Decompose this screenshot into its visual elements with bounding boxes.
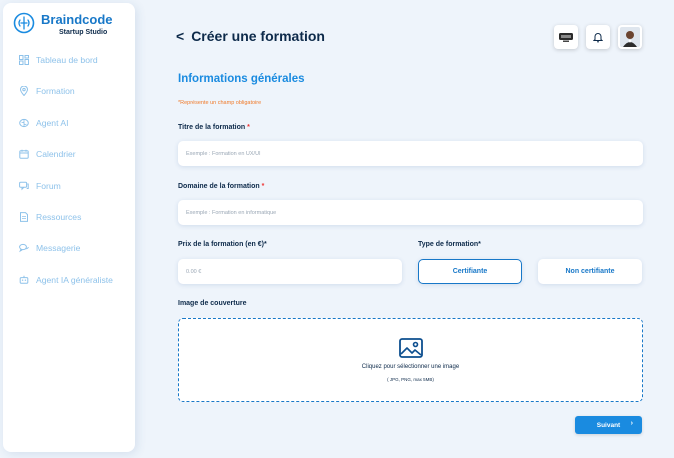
title-input[interactable]: Exemple : Formation en UX/UI bbox=[178, 141, 643, 166]
image-icon bbox=[399, 338, 423, 358]
sidebar-item-label: Agent IA généraliste bbox=[36, 275, 113, 285]
page-title-text: Créer une formation bbox=[191, 28, 325, 44]
sidebar-item-formation[interactable]: Formation bbox=[19, 83, 137, 99]
title-label-text: Titre de la formation bbox=[178, 124, 246, 131]
section-title: Informations générales bbox=[178, 73, 305, 85]
page-title[interactable]: < Créer une formation bbox=[176, 28, 325, 44]
sidebar-item-messagerie[interactable]: Messagerie bbox=[19, 240, 137, 256]
sidebar-item-label: Calendrier bbox=[36, 149, 76, 159]
app-switch-icon[interactable] bbox=[554, 25, 578, 49]
sidebar-item-ressources[interactable]: Ressources bbox=[19, 209, 137, 225]
brain-icon bbox=[19, 118, 29, 128]
type-option-certifiante[interactable]: Certifiante bbox=[418, 259, 522, 284]
calendar-icon bbox=[19, 149, 29, 159]
avatar[interactable] bbox=[618, 25, 642, 49]
robot-icon bbox=[19, 275, 29, 285]
brand-subtitle: Startup Studio bbox=[59, 29, 108, 36]
type-label: Type de formation* bbox=[418, 241, 481, 248]
next-button[interactable]: Suivant › bbox=[575, 416, 642, 434]
document-icon bbox=[19, 212, 29, 222]
domain-input[interactable]: Exemple : Formation en informatique bbox=[178, 200, 643, 225]
price-label: Prix de la formation (en €)* bbox=[178, 241, 267, 248]
price-input[interactable]: 0.00 € bbox=[178, 259, 402, 284]
sidebar-item-label: Agent AI bbox=[36, 118, 69, 128]
sidebar-item-label: Ressources bbox=[36, 212, 82, 222]
sidebar-item-agent-ia-generaliste[interactable]: Agent IA généraliste bbox=[19, 272, 137, 288]
brain-logo-icon bbox=[13, 12, 35, 34]
sidebar-item-label: Formation bbox=[36, 86, 75, 96]
domain-label: Domaine de la formation * bbox=[178, 183, 264, 190]
next-button-label: Suivant bbox=[596, 421, 621, 429]
required-star: * bbox=[247, 124, 250, 131]
title-label: Titre de la formation * bbox=[178, 124, 250, 131]
cover-image-dropzone[interactable]: Cliquez pour sélectionner une image ( JP… bbox=[178, 318, 643, 402]
domain-label-text: Domaine de la formation bbox=[178, 183, 260, 190]
sidebar: Braindcode Startup Studio Tableau de bor… bbox=[3, 3, 135, 452]
required-star: * bbox=[261, 183, 265, 190]
back-chevron-icon[interactable]: < bbox=[176, 28, 184, 44]
dashboard-icon bbox=[19, 55, 29, 65]
sidebar-item-forum[interactable]: Forum bbox=[19, 178, 137, 194]
cover-instruction: Cliquez pour sélectionner une image bbox=[361, 364, 460, 370]
sidebar-item-agent-ai[interactable]: Agent AI bbox=[19, 115, 137, 131]
required-note: *Représente un champ obligatoire bbox=[178, 100, 262, 106]
cover-format-hint: ( JPG, PNG, max 5MB) bbox=[387, 377, 434, 382]
sidebar-item-label: Forum bbox=[36, 181, 61, 191]
brand[interactable]: Braindcode Startup Studio bbox=[13, 12, 133, 40]
cover-label: Image de couverture bbox=[178, 300, 247, 307]
sidebar-item-label: Tableau de bord bbox=[36, 55, 98, 65]
sidebar-item-label: Messagerie bbox=[36, 243, 81, 253]
sidebar-item-dashboard[interactable]: Tableau de bord bbox=[19, 52, 137, 68]
brand-name: Braindcode bbox=[41, 12, 113, 27]
forum-icon bbox=[19, 181, 29, 191]
chat-icon bbox=[19, 243, 29, 253]
type-option-non-certifiante[interactable]: Non certifiante bbox=[538, 259, 642, 284]
location-pin-icon bbox=[19, 86, 29, 96]
sidebar-item-calendrier[interactable]: Calendrier bbox=[19, 146, 137, 162]
chevron-right-icon: › bbox=[630, 420, 633, 427]
bell-icon[interactable] bbox=[586, 25, 610, 49]
